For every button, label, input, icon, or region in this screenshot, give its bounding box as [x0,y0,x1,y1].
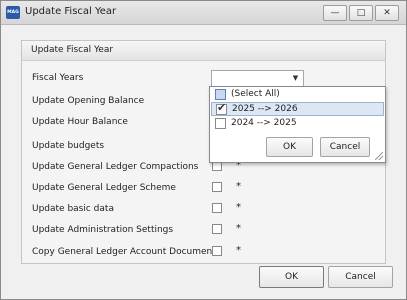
dropdown-item-label: 2024 --> 2025 [231,118,297,128]
maximize-button[interactable]: □ [349,5,373,21]
row-label: Update General Ledger Compactions [32,162,199,172]
update-gl-scheme-checkbox[interactable] [212,182,222,192]
minimize-icon: — [330,8,340,18]
select-all-checkbox[interactable] [215,89,226,100]
title-bar[interactable]: MAG Update Fiscal Year — □ ✕ [1,1,406,25]
group-header: Update Fiscal Year [22,41,385,61]
close-button[interactable]: ✕ [375,5,399,21]
required-marker: * [236,202,241,213]
required-marker: * [236,245,241,256]
resize-grip-icon[interactable] [375,152,383,160]
row-label: Update Administration Settings [32,225,174,235]
dropdown-item-label: 2025 --> 2026 [232,104,298,114]
row-label: Update budgets [32,141,105,151]
chevron-down-icon[interactable]: ▼ [288,71,303,86]
row-label: Update Opening Balance [32,96,145,106]
year-2024-2025-checkbox[interactable] [215,118,226,129]
close-icon: ✕ [383,8,391,18]
update-basic-data-checkbox[interactable] [212,203,222,213]
dropdown-cancel-button[interactable]: Cancel [320,137,370,157]
row-label: Copy General Ledger Account Documents [32,247,221,257]
fiscal-years-dropdown: (Select All) ✔ 2025 --> 2026 2024 --> 20… [209,86,386,163]
dropdown-item-2025-2026[interactable]: ✔ 2025 --> 2026 [211,101,384,116]
maximize-icon: □ [356,8,366,18]
group-title: Update Fiscal Year [31,45,114,55]
dropdown-ok-button[interactable]: OK [266,137,313,157]
row-label: Update General Ledger Scheme [32,183,176,193]
cancel-button[interactable]: Cancel [328,266,393,288]
copy-gl-documents-checkbox[interactable] [212,246,222,256]
dropdown-item-select-all[interactable]: (Select All) [211,88,384,102]
update-fiscal-year-window: MAG Update Fiscal Year — □ ✕ Update Fisc… [0,0,407,300]
window-title: Update Fiscal Year [25,6,117,17]
row-label: Update Hour Balance [32,117,128,127]
required-marker: * [236,223,241,234]
app-logo-icon: MAG [6,6,20,19]
fiscal-years-combo[interactable]: ▼ [211,70,304,87]
year-2025-2026-checkbox[interactable]: ✔ [216,101,227,115]
ok-button[interactable]: OK [259,266,324,288]
checkmark-icon: ✔ [217,101,227,114]
row-label: Update basic data [32,204,114,214]
dropdown-item-label: (Select All) [231,89,280,99]
fiscal-years-label: Fiscal Years [32,73,84,83]
required-marker: * [236,181,241,192]
dropdown-item-2024-2025[interactable]: 2024 --> 2025 [211,117,384,131]
minimize-button[interactable]: — [323,5,347,21]
update-admin-settings-checkbox[interactable] [212,224,222,234]
